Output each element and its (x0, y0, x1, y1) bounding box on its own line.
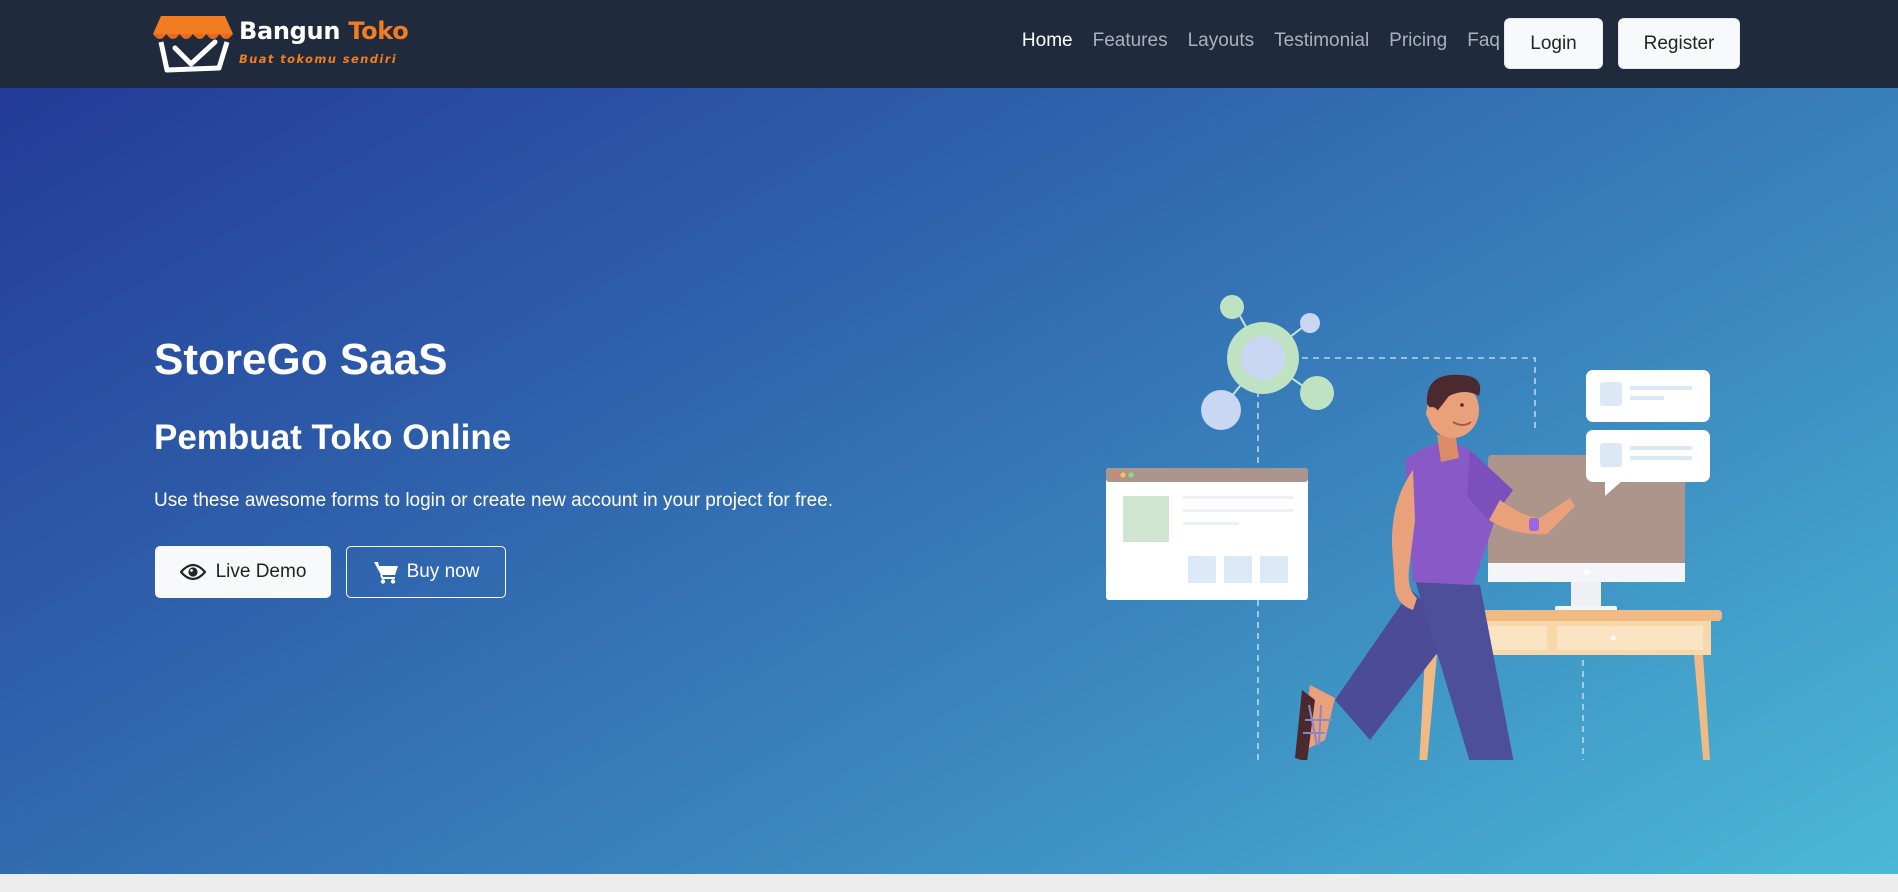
cart-icon (373, 560, 399, 584)
browser-window-graphic (1106, 468, 1308, 600)
nav-link-pricing[interactable]: Pricing (1389, 30, 1447, 52)
brand-logo-link[interactable]: Bangun Toko Buat tokomu sendiri (153, 12, 409, 76)
nav-link-home[interactable]: Home (1022, 30, 1073, 52)
buy-now-button[interactable]: Buy now (346, 546, 506, 598)
nav-link-faq[interactable]: Faq (1467, 30, 1500, 52)
nav-link-layouts[interactable]: Layouts (1188, 30, 1255, 52)
nav-link-testimonial[interactable]: Testimonial (1274, 30, 1369, 52)
brand-name: Bangun Toko (239, 17, 409, 45)
eye-icon (179, 563, 206, 581)
chat-bubbles-graphic (1586, 370, 1710, 496)
brand-tagline: Buat tokomu sendiri (239, 52, 398, 66)
live-demo-button[interactable]: Live Demo (155, 546, 331, 598)
hero-section: StoreGo SaaS Pembuat Toko Online Use the… (0, 88, 1898, 874)
man-running-to-desk-illustration (1106, 295, 1722, 760)
hero-subtitle: Pembuat Toko Online (154, 418, 512, 457)
hero-title: StoreGo SaaS (154, 335, 448, 384)
nav-link-features[interactable]: Features (1093, 30, 1168, 52)
live-demo-label: Live Demo (215, 561, 307, 582)
register-button[interactable]: Register (1618, 18, 1740, 69)
navbar: Bangun Toko Buat tokomu sendiri Home Fea… (0, 0, 1898, 88)
molecule-graphic (1201, 295, 1334, 430)
shop-awning-logo-icon (153, 16, 233, 73)
hero-description: Use these awesome forms to login or crea… (154, 490, 834, 511)
buy-now-label: Buy now (406, 561, 480, 582)
login-button[interactable]: Login (1504, 18, 1603, 69)
main-nav: Home Features Layouts Testimonial Pricin… (1022, 30, 1500, 52)
